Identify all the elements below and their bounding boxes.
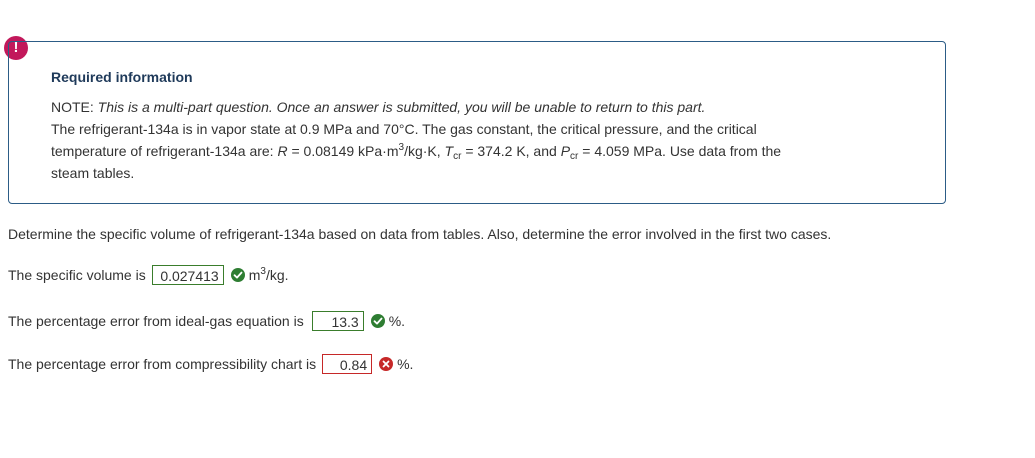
problem-line-2: temperature of refrigerant-134a are: R =… (51, 140, 911, 162)
text-segment: = 0.08149 kPa·m (287, 143, 399, 159)
answer-row-ideal-gas-error: The percentage error from ideal-gas equa… (8, 311, 405, 331)
text-segment: = 4.059 MPa. Use data from the (578, 143, 782, 159)
answer-prefix: The percentage error from ideal-gas equa… (8, 313, 304, 329)
text-segment: temperature of refrigerant-134a are: (51, 143, 278, 159)
unit-base: m (248, 267, 261, 283)
text-segment: /kg·K, (404, 143, 445, 159)
cross-icon (379, 357, 394, 371)
info-title: Required information (51, 69, 193, 85)
problem-line-1: The refrigerant-134a is in vapor state a… (51, 121, 757, 137)
answer-prefix: The specific volume is (8, 267, 146, 283)
compressibility-error-input[interactable]: 0.84 (322, 354, 373, 374)
check-icon (370, 314, 385, 328)
percent-unit: %. (397, 356, 414, 372)
ideal-gas-error-input[interactable]: 13.3 (311, 311, 364, 331)
question-page: ! Required information NOTE: This is a m… (0, 0, 1035, 458)
answer-row-specific-volume: The specific volume is 0.027413 m3/kg. (8, 265, 289, 285)
unit-tail: /kg. (265, 267, 289, 283)
percent-unit: %. (388, 313, 406, 329)
required-information-box: Required information NOTE: This is a mul… (8, 41, 946, 204)
question-text: Determine the specific volume of refrige… (8, 226, 832, 242)
problem-line-3: steam tables. (51, 165, 135, 181)
symbol-p: P (560, 143, 571, 159)
specific-volume-input[interactable]: 0.027413 (151, 265, 224, 285)
note-line: NOTE: This is a multi-part question. Onc… (51, 96, 911, 118)
note-text: This is a multi-part question. Once an a… (97, 99, 706, 115)
answer-row-compressibility-error: The percentage error from compressibilit… (8, 354, 413, 374)
symbol-t: T (444, 143, 454, 159)
answer-prefix: The percentage error from compressibilit… (8, 356, 317, 372)
check-icon (230, 268, 245, 282)
symbol-r: R (277, 143, 288, 159)
note-label: NOTE: (51, 99, 94, 115)
text-segment: = 374.2 K, and (461, 143, 561, 159)
unit-label: m3/kg. (248, 267, 289, 284)
info-body: NOTE: This is a multi-part question. Onc… (51, 96, 911, 184)
